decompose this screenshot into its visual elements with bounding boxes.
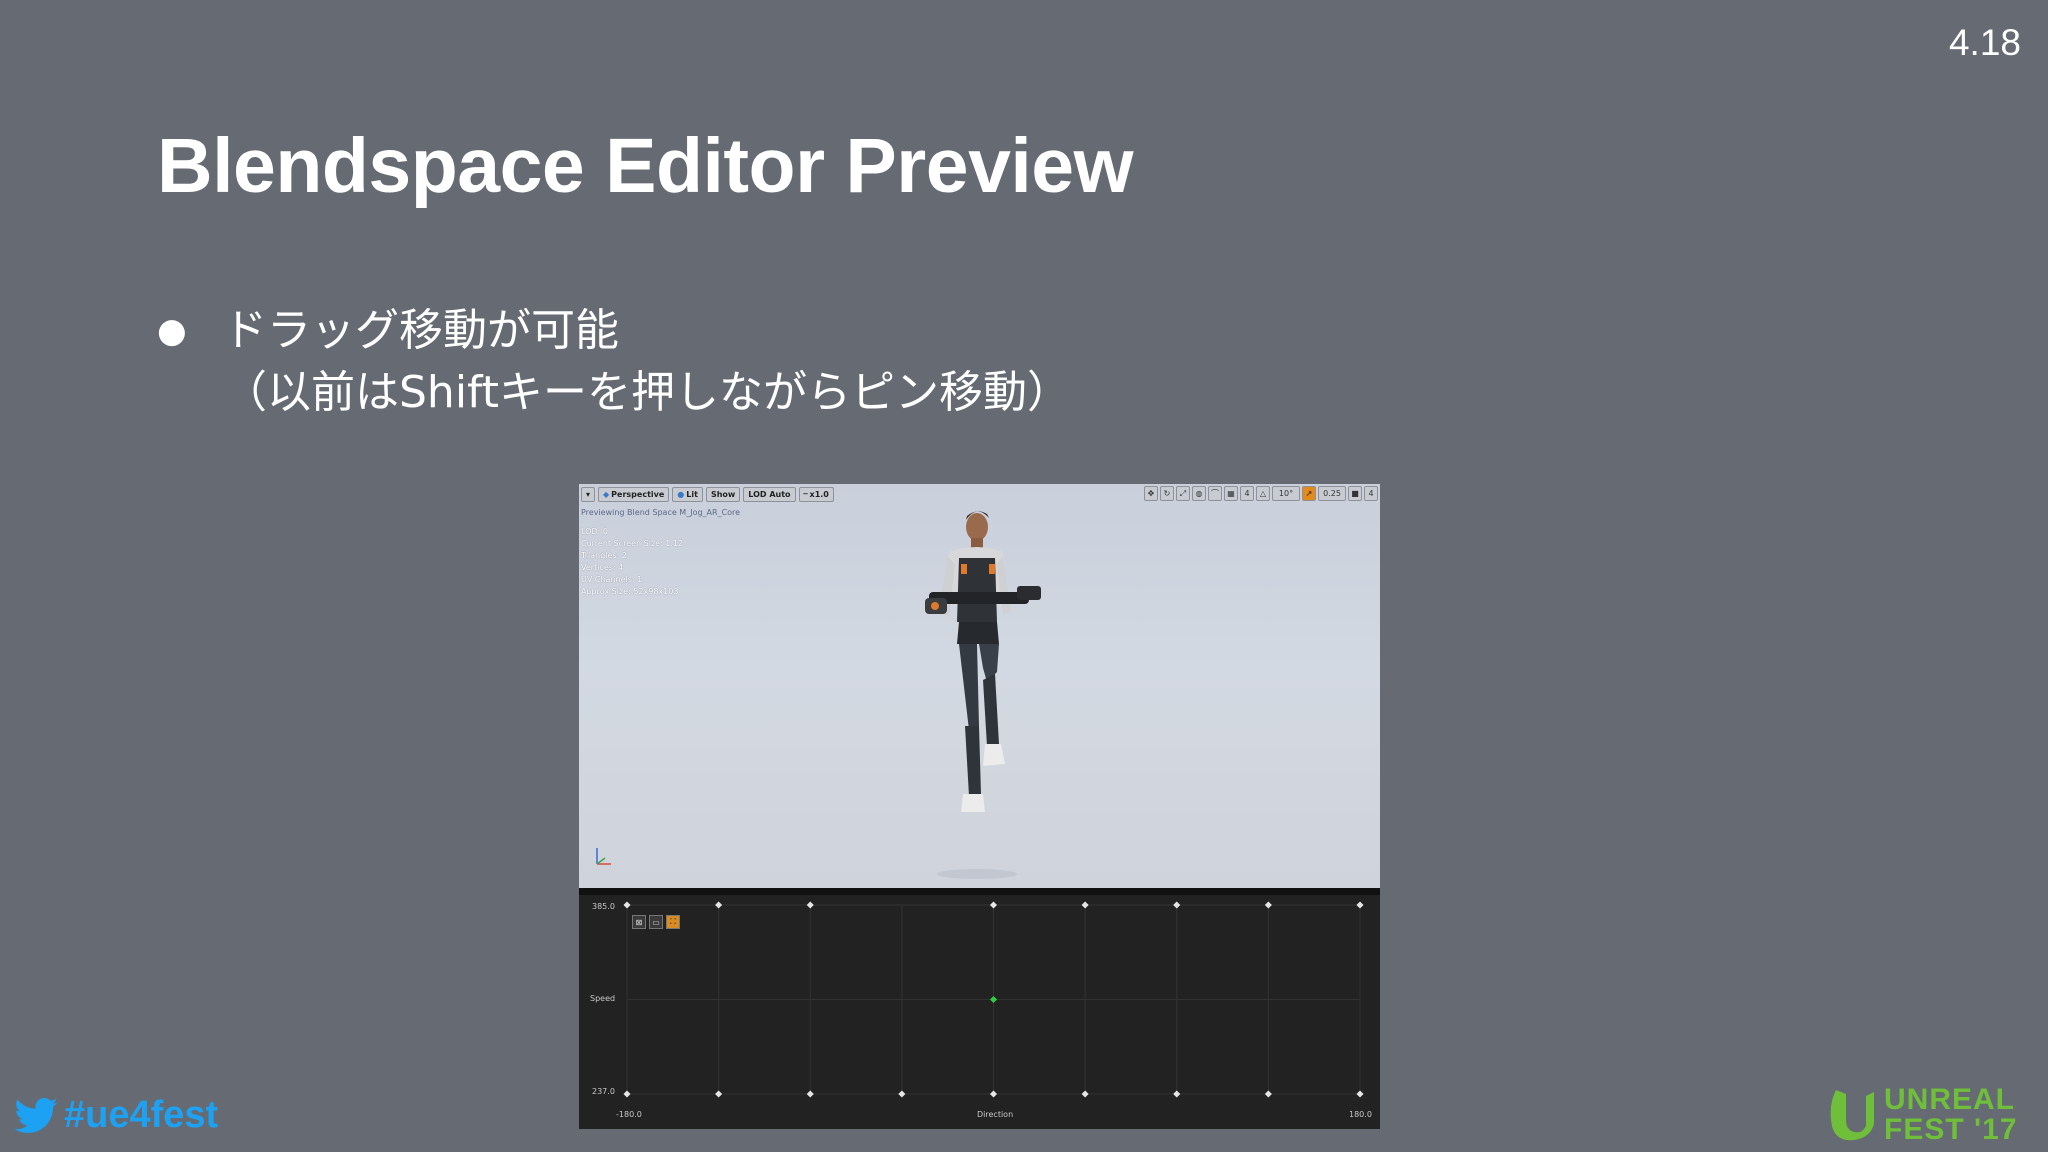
slide-title: Blendspace Editor Preview [157,123,1134,209]
sample-point[interactable] [1081,1090,1089,1098]
x-max-label: 180.0 [1349,1110,1372,1119]
sample-point[interactable] [1081,901,1089,909]
bullet-text: ドラッグ移動が可能 （以前はShiftキーを押しながらピン移動） [223,300,1071,424]
scale-snap-value[interactable]: 0.25 [1318,486,1346,501]
version-label: 4.18 [1948,22,2021,63]
world-icon[interactable]: ◍ [1192,486,1206,501]
sample-point[interactable] [715,901,723,909]
sample-point[interactable] [989,901,998,909]
camera-speed-value[interactable]: 4 [1364,486,1378,501]
hashtag-text: #ue4fest [64,1094,219,1136]
sample-point[interactable] [806,1090,814,1098]
unreal-u-logo-icon [1830,1090,1874,1141]
sample-point[interactable] [806,901,814,909]
sample-point[interactable] [715,1090,723,1098]
stat-approx-size: Approx Size: 52x98x103 [581,587,679,596]
twitter-bird-icon [14,1097,58,1133]
logo-line-1: UNREAL [1884,1083,2015,1116]
y-max-label: 385.0 [592,902,615,911]
view-mode-button[interactable]: ● Lit [672,486,703,502]
playback-speed-button[interactable]: ⎯ x1.0 [798,486,834,502]
sample-point[interactable] [1173,901,1181,909]
show-triangulation-icon[interactable]: ⊠ [632,915,646,929]
stat-uv-channels: UV Channels: 1 [581,575,643,584]
x-axis-label: Direction [977,1110,1014,1119]
twitter-hashtag: #ue4fest [14,1094,218,1137]
speed-label: x1.0 [809,489,829,499]
y-min-label: 237.0 [592,1087,615,1096]
fit-view-icon[interactable]: ⛶ [666,915,680,929]
lit-label: Lit [686,489,698,499]
speed-icon: ⎯ [803,489,808,498]
perspective-label: Perspective [611,489,665,499]
sample-point[interactable] [1264,901,1272,909]
graph-tool-icons: ⊠ ▭ ⛶ [632,915,680,929]
grid-snap-value[interactable]: 4 [1240,486,1254,501]
scale-snap-icon[interactable]: ↗ [1302,486,1316,501]
sample-point[interactable] [898,1090,906,1098]
logo-line-2: FEST '17 [1884,1113,2018,1146]
character-preview [925,511,1041,879]
rotation-snap-value[interactable]: 10° [1272,486,1300,501]
bullet-line-2: （以前はShiftキーを押しながらピン移動） [223,367,1072,418]
sample-point[interactable] [1264,1090,1272,1098]
stat-vertices: Vertices: 4 [581,563,624,572]
sample-point[interactable] [1173,1090,1181,1098]
transform-toolbar: ✥ ↻ ⤢ ◍ ⌒ ▦ 4 △ 10° ↗ 0.25 ■ 4 [1144,486,1378,501]
lod-button[interactable]: LOD Auto [743,486,796,502]
perspective-icon: ◆ [603,489,610,499]
bullet-dot-icon: ● [157,311,187,351]
blendspace-editor-window: ▾ ◆ Perspective ● Lit Show LOD Auto ⎯ x1… [579,484,1380,1129]
rotate-icon[interactable]: ↻ [1160,486,1174,501]
preview-point[interactable] [989,995,998,1004]
grid-snap-icon[interactable]: ▦ [1224,486,1238,501]
viewport-options-button[interactable]: ▾ [581,486,596,502]
panel-splitter[interactable] [579,888,1380,895]
y-axis-label: Speed [590,994,616,1003]
lit-sphere-icon: ● [677,489,685,499]
surface-snap-icon[interactable]: ⌒ [1208,486,1222,501]
blendspace-graph[interactable]: ⊠ ▭ ⛶ 385.0 Speed 237.0 -180.0 Direction… [579,895,1380,1129]
show-button[interactable]: Show [705,486,741,502]
stat-lod: LOD: 0 [581,527,608,536]
perspective-button[interactable]: ◆ Perspective [598,486,670,502]
show-labels-icon[interactable]: ▭ [649,915,663,929]
preview-caption: Previewing Blend Space M_Jog_AR_Core [581,508,741,517]
sample-point[interactable] [623,1090,631,1098]
translate-icon[interactable]: ✥ [1144,486,1158,501]
blendspace-grid[interactable] [579,895,1380,1129]
unreal-fest-logo: UNREAL FEST '17 [1826,1085,2018,1145]
stat-triangles: Triangles: 2 [581,551,627,560]
preview-viewport[interactable]: ▾ ◆ Perspective ● Lit Show LOD Auto ⎯ x1… [579,484,1380,888]
stat-screen-size: Current Screen Size: 1.12 [581,539,684,548]
axis-gizmo-icon [596,848,611,865]
bullet-line-1: ドラッグ移動が可能 [223,305,619,356]
sample-point[interactable] [1356,901,1364,909]
sample-point[interactable] [989,1090,998,1098]
camera-speed-icon[interactable]: ■ [1348,486,1362,501]
rotation-snap-icon[interactable]: △ [1256,486,1270,501]
sample-point[interactable] [1356,1090,1364,1098]
sample-point[interactable] [623,901,631,909]
viewport-stats: LOD: 0 Current Screen Size: 1.12 Triangl… [581,526,683,598]
x-min-label: -180.0 [616,1110,642,1119]
scale-icon[interactable]: ⤢ [1176,486,1190,501]
